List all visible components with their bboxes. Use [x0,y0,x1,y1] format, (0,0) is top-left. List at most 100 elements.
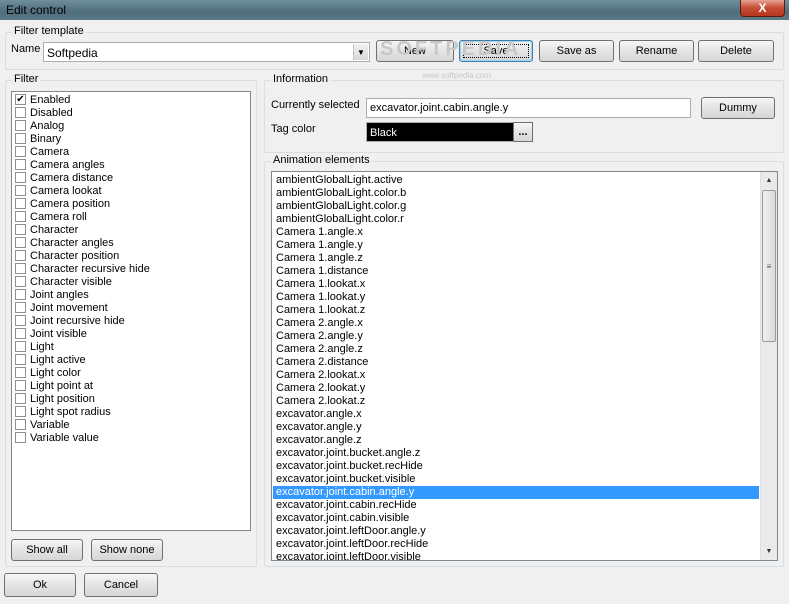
filter-item[interactable]: Light active [12,353,250,366]
vertical-scrollbar[interactable]: ▲ ≡ ▼ [760,172,777,560]
new-button[interactable]: New [376,40,454,62]
animation-element-item[interactable]: Camera 1.angle.y [273,239,759,252]
animation-element-item[interactable]: excavator.joint.bucket.angle.z [273,447,759,460]
animation-element-item[interactable]: Camera 1.lookat.x [273,278,759,291]
filter-item[interactable]: Character angles [12,236,250,249]
checkbox-icon[interactable] [15,107,26,118]
checkbox-icon[interactable] [15,406,26,417]
checkbox-icon[interactable] [15,328,26,339]
filter-item[interactable]: Variable value [12,431,250,444]
animation-element-item[interactable]: excavator.joint.leftDoor.angle.y [273,525,759,538]
animation-element-item[interactable]: Camera 1.angle.z [273,252,759,265]
checkbox-checked-icon[interactable]: ✔ [15,94,26,105]
filter-item[interactable]: Disabled [12,106,250,119]
checkbox-icon[interactable] [15,276,26,287]
filter-item[interactable]: Light point at [12,379,250,392]
animation-element-item[interactable]: excavator.angle.z [273,434,759,447]
checkbox-icon[interactable] [15,302,26,313]
filter-item[interactable]: Character position [12,249,250,262]
animation-element-item[interactable]: Camera 1.lookat.z [273,304,759,317]
checkbox-icon[interactable] [15,159,26,170]
filter-item[interactable]: Light spot radius [12,405,250,418]
animation-element-item[interactable]: excavator.joint.bucket.recHide [273,460,759,473]
filter-item[interactable]: Character [12,223,250,236]
animation-element-item[interactable]: Camera 2.lookat.z [273,395,759,408]
filter-item[interactable]: Camera lookat [12,184,250,197]
dummy-button[interactable]: Dummy [701,97,775,119]
scroll-up-icon[interactable]: ▲ [761,172,777,189]
animation-element-item[interactable]: excavator.angle.x [273,408,759,421]
chevron-down-icon[interactable]: ▼ [353,44,368,60]
scrollbar-thumb[interactable]: ≡ [762,190,776,342]
animation-element-item[interactable]: Camera 1.distance [273,265,759,278]
checkbox-icon[interactable] [15,133,26,144]
filter-item[interactable]: Camera roll [12,210,250,223]
close-button[interactable]: X [740,0,785,17]
checkbox-icon[interactable] [15,341,26,352]
animation-element-item[interactable]: excavator.joint.leftDoor.visible [273,551,759,560]
checkbox-icon[interactable] [15,354,26,365]
animation-element-item[interactable]: Camera 2.angle.y [273,330,759,343]
checkbox-icon[interactable] [15,146,26,157]
animation-element-item[interactable]: Camera 2.angle.z [273,343,759,356]
filter-item[interactable]: Character recursive hide [12,262,250,275]
checkbox-icon[interactable] [15,289,26,300]
save-button[interactable]: Save [459,40,533,62]
filter-item[interactable]: Camera angles [12,158,250,171]
animation-element-item[interactable]: excavator.angle.y [273,421,759,434]
filter-item[interactable]: Joint recursive hide [12,314,250,327]
filter-item[interactable]: Light position [12,392,250,405]
show-all-button[interactable]: Show all [11,539,83,561]
animation-element-item[interactable]: Camera 2.lookat.x [273,369,759,382]
animation-elements-list[interactable]: ambientGlobalLight.active ambientGlobalLi… [271,171,778,561]
animation-element-item[interactable]: Camera 2.distance [273,356,759,369]
animation-element-item[interactable]: ambientGlobalLight.color.r [273,213,759,226]
tag-color-picker-button[interactable]: ... [513,122,533,142]
animation-element-item[interactable]: excavator.joint.cabin.visible [273,512,759,525]
checkbox-icon[interactable] [15,250,26,261]
checkbox-icon[interactable] [15,198,26,209]
animation-element-item[interactable]: excavator.joint.cabin.recHide [273,499,759,512]
checkbox-icon[interactable] [15,224,26,235]
currently-selected-field[interactable]: excavator.joint.cabin.angle.y [366,98,691,118]
ok-button[interactable]: Ok [4,573,76,597]
filter-item[interactable]: ✔ Enabled [12,93,250,106]
animation-element-item[interactable]: excavator.joint.leftDoor.recHide [273,538,759,551]
checkbox-icon[interactable] [15,419,26,430]
save-as-button[interactable]: Save as [539,40,614,62]
rename-button[interactable]: Rename [619,40,694,62]
animation-element-item[interactable]: excavator.joint.cabin.angle.y [273,486,759,499]
checkbox-icon[interactable] [15,237,26,248]
animation-element-item[interactable]: Camera 2.lookat.y [273,382,759,395]
checkbox-icon[interactable] [15,380,26,391]
filter-item[interactable]: Joint visible [12,327,250,340]
filter-item[interactable]: Joint angles [12,288,250,301]
checkbox-icon[interactable] [15,432,26,443]
filter-item[interactable]: Light [12,340,250,353]
animation-element-item[interactable]: ambientGlobalLight.color.b [273,187,759,200]
filter-checklist[interactable]: ✔ Enabled Disabled Analog Binary Camera Camera… [11,91,251,531]
filter-item[interactable]: Camera distance [12,171,250,184]
name-combobox[interactable]: Softpedia ▼ [43,42,370,62]
animation-element-item[interactable]: Camera 1.lookat.y [273,291,759,304]
checkbox-icon[interactable] [15,172,26,183]
filter-item[interactable]: Light color [12,366,250,379]
filter-item[interactable]: Joint movement [12,301,250,314]
checkbox-icon[interactable] [15,211,26,222]
animation-element-item[interactable]: ambientGlobalLight.active [273,174,759,187]
filter-item[interactable]: Variable [12,418,250,431]
filter-item[interactable]: Binary [12,132,250,145]
animation-element-item[interactable]: ambientGlobalLight.color.g [273,200,759,213]
checkbox-icon[interactable] [15,185,26,196]
show-none-button[interactable]: Show none [91,539,163,561]
scroll-down-icon[interactable]: ▼ [761,543,777,560]
filter-item[interactable]: Camera [12,145,250,158]
checkbox-icon[interactable] [15,120,26,131]
animation-element-item[interactable]: Camera 1.angle.x [273,226,759,239]
checkbox-icon[interactable] [15,393,26,404]
checkbox-icon[interactable] [15,263,26,274]
filter-item[interactable]: Character visible [12,275,250,288]
checkbox-icon[interactable] [15,367,26,378]
cancel-button[interactable]: Cancel [84,573,158,597]
filter-item[interactable]: Analog [12,119,250,132]
